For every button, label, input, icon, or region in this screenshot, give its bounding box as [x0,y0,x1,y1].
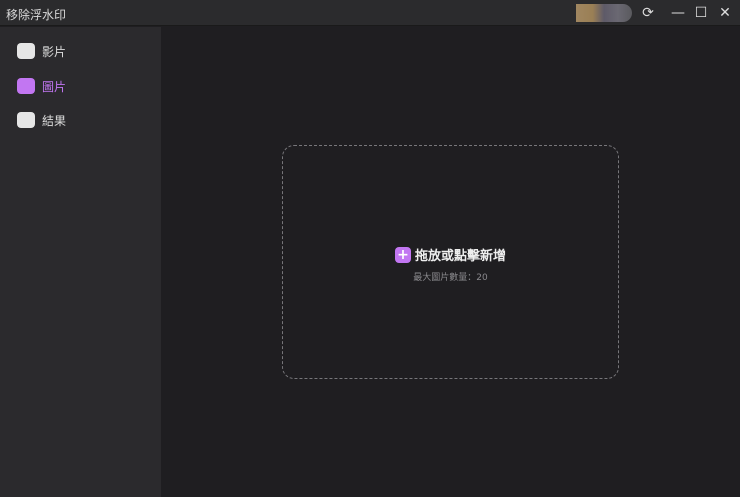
refresh-icon[interactable]: ⟳ [639,4,657,22]
add-label: 拖放或點擊新增 [414,249,506,264]
sidebar-item-label: 結果 [42,113,67,128]
image-icon [17,78,35,94]
max-count-hint: 最大圖片數量：20 [413,273,488,283]
sidebar-item-image[interactable]: 圖片 [17,76,66,96]
sidebar-item-label: 圖片 [42,79,67,94]
maximize-button[interactable]: ☐ [692,4,710,22]
folder-icon [17,112,35,128]
user-avatar[interactable] [576,4,632,22]
add-button[interactable]: + 拖放或點擊新增 [283,245,618,264]
sidebar-item-label: 影片 [42,44,67,59]
title-bar: 移除浮水印 ⟳ — ☐ ✕ [0,0,740,26]
plus-icon: + [394,246,411,263]
sidebar: 影片 圖片 結果 [0,27,161,497]
close-button[interactable]: ✕ [716,4,734,22]
sidebar-item-results[interactable]: 結果 [17,110,66,130]
minimize-button[interactable]: — [669,4,687,22]
sidebar-item-video[interactable]: 影片 [17,41,66,61]
video-icon [17,43,35,59]
drop-zone[interactable]: + 拖放或點擊新增 最大圖片數量：20 [282,145,619,379]
window-title: 移除浮水印 [6,8,67,22]
